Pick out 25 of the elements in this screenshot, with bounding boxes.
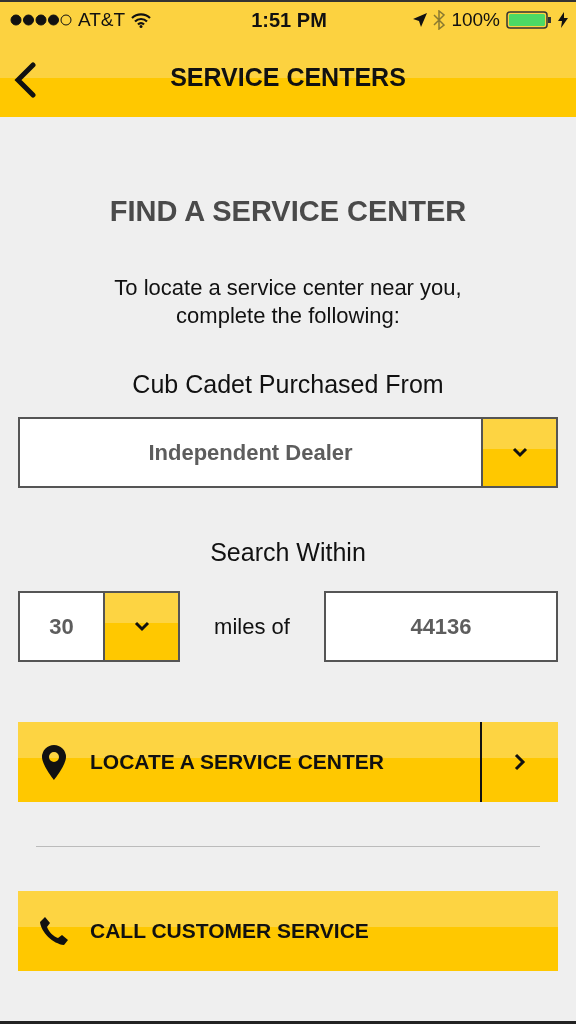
locate-button[interactable]: LOCATE A SERVICE CENTER [18, 722, 558, 802]
battery-icon [506, 11, 552, 29]
wifi-icon [131, 12, 152, 28]
chevron-right-icon [514, 753, 526, 771]
status-time: 1:51 PM [251, 8, 327, 32]
carrier-name: AT&T [78, 9, 126, 31]
purchased-from-label: Cub Cadet Purchased From [132, 370, 444, 399]
instructions-text: To locate a service center near you, complete the following: [113, 274, 463, 330]
section-heading: FIND A SERVICE CENTER [109, 195, 467, 228]
zip-code-field[interactable]: 44136 [324, 591, 558, 662]
chevron-down-icon [511, 447, 528, 458]
screen-title: SERVICE CENTERS [170, 63, 406, 92]
charging-icon [558, 12, 568, 28]
miles-dropdown[interactable]: 30 [18, 591, 180, 662]
phone-icon [39, 916, 69, 946]
purchased-from-dropdown[interactable]: Independent Dealer [18, 417, 558, 488]
miles-of-text: miles of [214, 613, 290, 640]
call-button[interactable]: CALL CUSTOMER SERVICE [18, 891, 558, 971]
signal-icon [10, 14, 72, 26]
bluetooth-icon [433, 10, 446, 30]
battery-percent: 100% [451, 9, 500, 31]
location-arrow-icon [413, 13, 428, 27]
map-pin-icon [42, 744, 66, 780]
chevron-down-icon [133, 621, 150, 632]
search-within-label: Search Within [210, 538, 366, 567]
